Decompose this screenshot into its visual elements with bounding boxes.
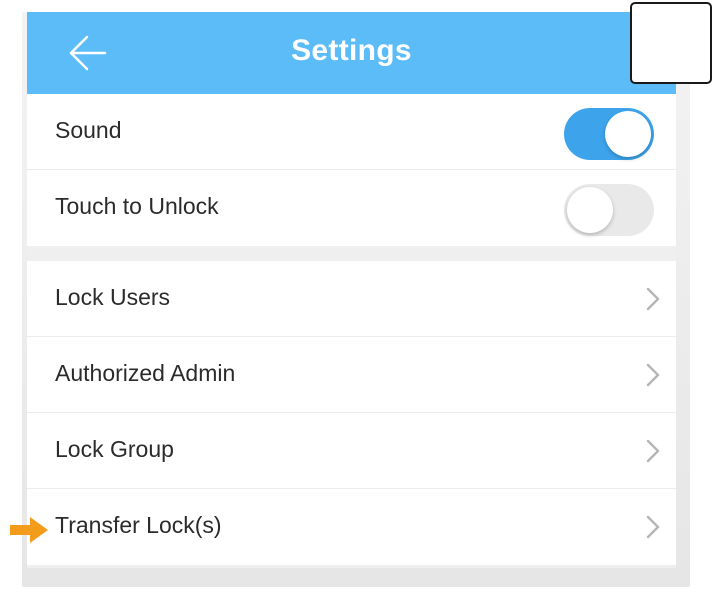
setting-label-sound: Sound <box>55 117 122 143</box>
setting-row-sound: Sound <box>27 94 676 170</box>
setting-label-touch-to-unlock: Touch to Unlock <box>55 193 219 219</box>
menu-item-label: Transfer Lock(s) <box>55 512 222 538</box>
setting-row-touch-to-unlock: Touch to Unlock <box>27 170 676 246</box>
chevron-right-icon <box>646 439 660 463</box>
settings-screen: Settings Sound Touch to Unlock Lock User… <box>27 12 676 568</box>
chevron-right-icon <box>646 515 660 539</box>
menu-item-lock-group[interactable]: Lock Group <box>27 413 676 489</box>
menu-group: Lock Users Authorized Admin Lock Group T… <box>27 261 676 565</box>
menu-item-label: Authorized Admin <box>55 360 236 386</box>
page-title: Settings <box>291 34 412 67</box>
toggle-settings-group: Sound Touch to Unlock <box>27 94 676 246</box>
navbar: Settings <box>27 12 676 94</box>
chevron-right-icon <box>646 287 660 311</box>
toggle-knob <box>567 187 613 233</box>
chevron-right-icon <box>646 363 660 387</box>
touch-to-unlock-toggle[interactable] <box>564 184 654 236</box>
blank-box <box>630 2 712 84</box>
orange-arrow-icon <box>10 517 48 543</box>
menu-item-transfer-locks[interactable]: Transfer Lock(s) <box>27 489 676 565</box>
menu-item-label: Lock Users <box>55 284 171 310</box>
stage: Settings Sound Touch to Unlock Lock User… <box>0 0 720 597</box>
sound-toggle[interactable] <box>564 108 654 160</box>
menu-item-lock-users[interactable]: Lock Users <box>27 261 676 337</box>
menu-item-label: Lock Group <box>55 436 174 462</box>
toggle-knob <box>605 111 651 157</box>
menu-item-authorized-admin[interactable]: Authorized Admin <box>27 337 676 413</box>
